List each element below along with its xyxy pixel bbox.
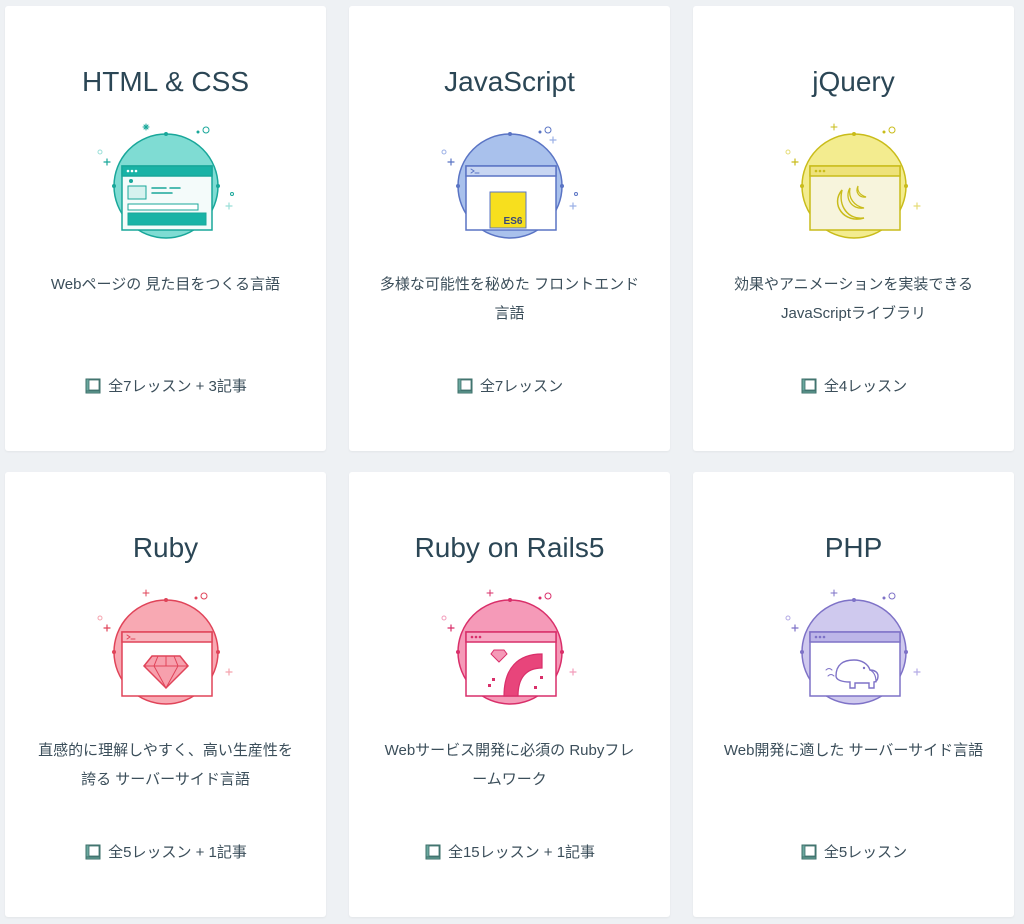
course-description-line: 誇る サーバーサイド言語 xyxy=(81,771,250,788)
book-icon xyxy=(85,378,101,394)
course-description-line: 効果やアニメーションを実装できる xyxy=(733,276,974,293)
course-title: Ruby on Rails5 xyxy=(414,532,605,563)
course-lesson-count: 全7レッスン xyxy=(349,376,670,398)
course-card-rails[interactable]: Ruby on Rails5 Webサービス開発に必須の Rubyフレ ームワー… xyxy=(349,472,670,917)
course-card-html-css[interactable]: HTML & CSS Webページの 見た目をつくる言語 全7レッスン + 3記… xyxy=(5,6,326,451)
ruby-icon xyxy=(86,580,246,716)
course-description: Webサービス開発に必須の Rubyフレ ームワーク xyxy=(377,736,642,794)
course-description: 効果やアニメーションを実装できる JavaScriptライブラリ xyxy=(721,270,986,328)
course-lesson-count: 全4レッスン xyxy=(693,376,1014,398)
lesson-count-text: 全4レッスン xyxy=(823,378,908,395)
course-description-line: 言語 xyxy=(494,305,525,322)
course-description-line: JavaScriptライブラリ xyxy=(780,305,927,322)
book-icon xyxy=(801,378,817,394)
course-description: 多様な可能性を秘めた フロントエンド 言語 xyxy=(377,270,642,328)
course-card-php[interactable]: PHP Web開発に適した サーバーサイド言語 全5レッスン xyxy=(693,472,1014,917)
jquery-icon xyxy=(774,114,934,250)
lesson-count-text: 全5レッスン xyxy=(823,844,908,861)
course-description-line: Web開発に適した サーバーサイド言語 xyxy=(723,742,984,759)
course-description-line: 多様な可能性を秘めた フロントエンド xyxy=(379,276,640,293)
php-icon xyxy=(774,580,934,716)
course-lesson-count: 全5レッスン + 1記事 xyxy=(5,842,326,864)
course-card-ruby[interactable]: Ruby 直感的に理解しやすく、高い生産性を 誇る サーバーサイド言語 全5レッ… xyxy=(5,472,326,917)
html-css-icon xyxy=(86,114,246,250)
lesson-count-text: 全7レッスン + 3記事 xyxy=(108,378,247,395)
lesson-count-text: 全15レッスン + 1記事 xyxy=(447,844,596,861)
javascript-icon: ES6 xyxy=(430,114,590,250)
lesson-count-text: 全7レッスン xyxy=(479,378,564,395)
course-description: Web開発に適した サーバーサイド言語 xyxy=(721,736,986,765)
course-description-line: ームワーク xyxy=(472,771,547,788)
book-icon xyxy=(457,378,473,394)
es6-badge: ES6 xyxy=(503,216,522,227)
book-icon xyxy=(425,844,441,860)
course-description: Webページの 見た目をつくる言語 xyxy=(33,270,298,299)
book-icon xyxy=(85,844,101,860)
course-card-jquery[interactable]: jQuery 効果やアニメーションを実装できる JavaScriptライブラリ … xyxy=(693,6,1014,451)
book-icon xyxy=(801,844,817,860)
course-title: PHP xyxy=(824,532,883,563)
course-lesson-count: 全7レッスン + 3記事 xyxy=(5,376,326,398)
course-lesson-count: 全15レッスン + 1記事 xyxy=(349,842,670,864)
course-title: Ruby xyxy=(132,532,199,563)
course-description: 直感的に理解しやすく、高い生産性を 誇る サーバーサイド言語 xyxy=(33,736,298,794)
lesson-count-text: 全5レッスン + 1記事 xyxy=(108,844,247,861)
course-description-line: Webページの 見た目をつくる言語 xyxy=(50,276,281,293)
course-lesson-count: 全5レッスン xyxy=(693,842,1014,864)
course-card-javascript[interactable]: JavaScript ES6 多様な可能性を秘めた フロントエンド 言語 全7レ… xyxy=(349,6,670,451)
rails-icon xyxy=(430,580,590,716)
course-title: HTML & CSS xyxy=(82,66,249,97)
course-title: jQuery xyxy=(812,66,895,97)
course-description-line: 直感的に理解しやすく、高い生産性を xyxy=(38,742,293,759)
course-description-line: Webサービス開発に必須の Rubyフレ xyxy=(384,742,635,759)
course-title: JavaScript xyxy=(444,66,575,97)
